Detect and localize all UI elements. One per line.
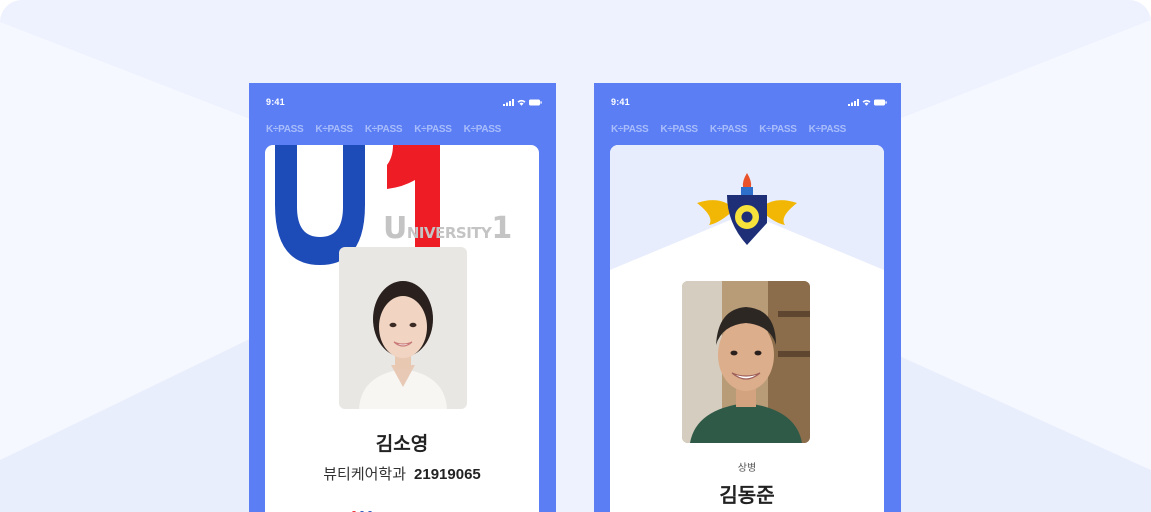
- university-wordmark: UNIVERSITY1: [383, 211, 512, 246]
- rank-label: 상병: [737, 463, 757, 474]
- battery-icon: [529, 99, 542, 105]
- kpass-watermark: K÷PASS K÷PASS K÷PASS K÷PASS K÷PASS: [266, 124, 502, 135]
- department-line: 뷰티케어학과 21919065: [265, 463, 539, 484]
- soldier-photo: [682, 281, 810, 443]
- department: 뷰티케어학과: [323, 466, 407, 483]
- signal-icon: [503, 98, 514, 106]
- student-name: 김소영: [375, 434, 429, 455]
- student-id-card[interactable]: UNIVERSITY1 김소영 뷰티케어학과 21919065: [265, 145, 539, 512]
- kpass-watermark: K÷PASS K÷PASS K÷PASS K÷PASS K÷PASS: [611, 124, 847, 135]
- battery-icon: [874, 99, 887, 105]
- status-time: 9:41: [266, 97, 285, 107]
- showcase-stage: 9:41 K÷PASS K÷PASS K÷PASS K÷PASS K÷PASS …: [0, 0, 1151, 512]
- status-time: 9:41: [611, 97, 630, 107]
- status-bar: 9:41: [266, 95, 542, 109]
- student-photo: [339, 247, 467, 409]
- student-id-number: 21919065: [414, 466, 481, 483]
- signal-icon: [848, 98, 859, 106]
- military-emblem-icon: [697, 173, 797, 245]
- background-shapes: [0, 20, 1151, 512]
- portrait-woman-image: [339, 247, 467, 409]
- military-id-card[interactable]: 상병 김동준: [610, 145, 884, 512]
- phone-military-id: 9:41 K÷PASS K÷PASS K÷PASS K÷PASS K÷PASS …: [594, 83, 901, 512]
- wifi-icon: [517, 99, 526, 106]
- status-bar: 9:41: [611, 95, 887, 109]
- wifi-icon: [862, 99, 871, 106]
- phone-student-id: 9:41 K÷PASS K÷PASS K÷PASS K÷PASS K÷PASS …: [249, 83, 556, 512]
- soldier-name: 김동준: [719, 485, 775, 507]
- portrait-man-image: [682, 281, 810, 443]
